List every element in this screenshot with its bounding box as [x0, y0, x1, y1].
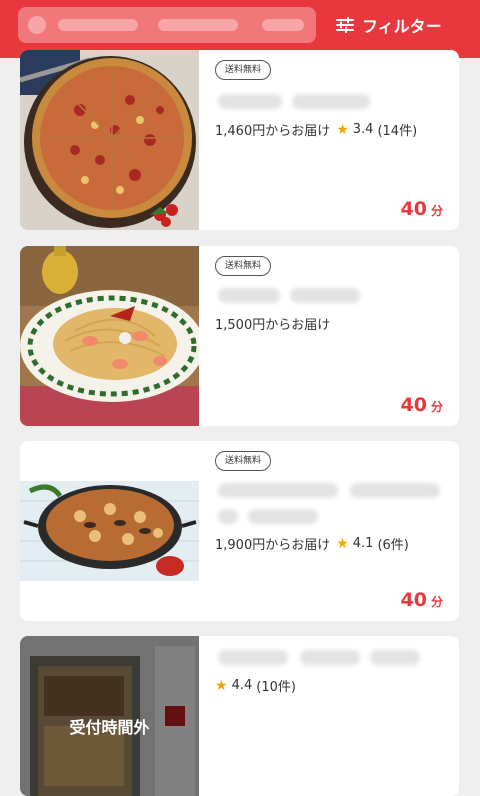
- restaurant-name-blurred: [218, 650, 288, 665]
- search-bar[interactable]: [18, 7, 316, 43]
- rating-value: 4.4: [231, 678, 253, 693]
- restaurant-photo-pizza: [20, 50, 199, 230]
- restaurant-photo-bento: 受付時間外: [20, 636, 199, 796]
- delivery-time-unit: 分: [430, 400, 443, 414]
- free-shipping-badge: 送料無料: [215, 451, 272, 471]
- restaurant-name-blurred: [350, 483, 440, 498]
- restaurant-name-blurred: [248, 509, 318, 524]
- search-blurred-text: [262, 19, 304, 31]
- delivery-time-value: 40: [400, 198, 427, 220]
- restaurant-name-blurred: [218, 509, 238, 524]
- restaurant-card-closed[interactable]: 受付時間外 ★ 4.4 (10件): [20, 636, 459, 796]
- review-count: (6件): [377, 538, 409, 553]
- restaurant-photo-pasta: [20, 246, 199, 426]
- free-shipping-badge: 送料無料: [215, 256, 272, 276]
- filter-button[interactable]: フィルター: [336, 12, 442, 38]
- restaurant-name-blurred: [218, 483, 338, 498]
- restaurant-name-blurred: [292, 94, 370, 109]
- min-order-price: 1,900円からお届け: [215, 538, 331, 553]
- star-icon: ★: [336, 121, 349, 138]
- restaurant-photo-paella: [20, 441, 199, 621]
- restaurant-name-blurred: [218, 94, 282, 109]
- restaurant-card[interactable]: 送料無料 1,460円からお届け ★ 3.4 (14件) 40 分: [20, 50, 459, 230]
- search-blurred-text: [158, 19, 238, 31]
- location-icon: [28, 16, 46, 34]
- rating-value: 4.1: [352, 536, 374, 551]
- restaurant-card[interactable]: 送料無料 1,500円からお届け 40 分: [20, 246, 459, 426]
- delivery-time-unit: 分: [430, 204, 443, 218]
- closed-label: 受付時間外: [69, 718, 150, 737]
- filter-sliders-icon: [336, 17, 354, 33]
- restaurant-name-blurred: [218, 288, 280, 303]
- free-shipping-badge: 送料無料: [215, 60, 272, 80]
- delivery-time-value: 40: [400, 394, 427, 416]
- restaurant-name-blurred: [290, 288, 360, 303]
- card-info-row: 1,500円からお届け: [215, 314, 330, 333]
- restaurant-name-blurred: [370, 650, 420, 665]
- delivery-time-value: 40: [400, 589, 427, 611]
- review-count: (14件): [377, 124, 418, 139]
- delivery-time: 40 分: [401, 394, 443, 416]
- restaurant-card[interactable]: 送料無料 1,900円からお届け ★ 4.1 (6件) 40 分: [20, 441, 459, 621]
- star-icon: ★: [215, 677, 228, 694]
- delivery-time: 40 分: [401, 198, 443, 220]
- min-order-price: 1,500円からお届け: [215, 318, 331, 333]
- delivery-time: 40 分: [401, 589, 443, 611]
- delivery-time-unit: 分: [430, 595, 443, 609]
- min-order-price: 1,460円からお届け: [215, 124, 331, 139]
- card-info-row: ★ 4.4 (10件): [215, 676, 296, 696]
- filter-label: フィルター: [362, 17, 442, 36]
- review-count: (10件): [256, 680, 296, 695]
- rating-value: 3.4: [352, 122, 374, 137]
- star-icon: ★: [336, 535, 349, 552]
- card-info-row: 1,460円からお届け ★ 3.4 (14件): [215, 120, 418, 140]
- restaurant-name-blurred: [300, 650, 360, 665]
- search-blurred-text: [58, 19, 138, 31]
- card-info-row: 1,900円からお届け ★ 4.1 (6件): [215, 534, 409, 554]
